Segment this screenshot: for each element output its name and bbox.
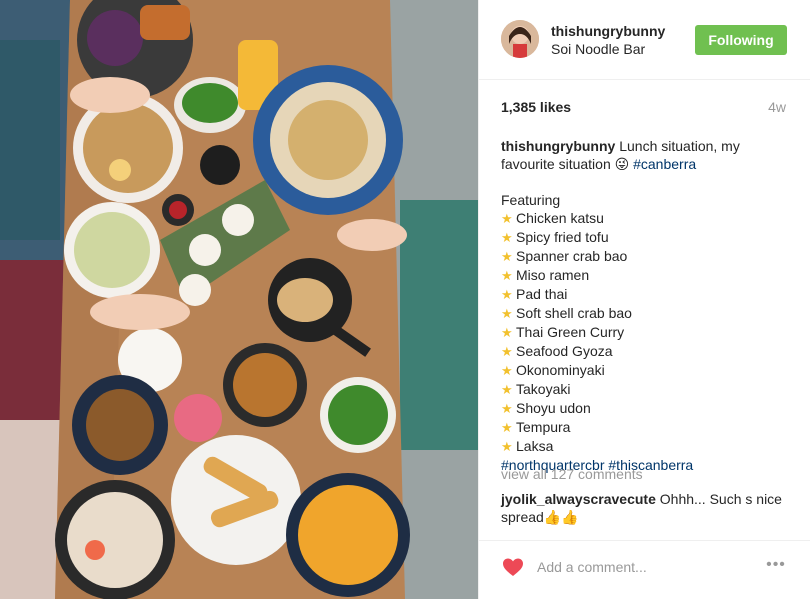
- star-icon: ★: [501, 249, 513, 264]
- dish-item: ★ Seafood Gyoza: [501, 342, 791, 361]
- heart-icon[interactable]: [501, 555, 525, 579]
- star-icon: ★: [501, 268, 513, 283]
- comment: jyolik_alwayscravecute Ohhh... Such s ni…: [501, 490, 801, 526]
- post-header: thishungrybunny Soi Noodle Bar Following: [479, 0, 810, 80]
- following-button[interactable]: Following: [695, 25, 787, 55]
- dish-label: Shoyu udon: [516, 400, 591, 416]
- dish-label: Tempura: [516, 419, 571, 435]
- post-username[interactable]: thishungrybunny: [551, 23, 665, 39]
- dish-item: ★ Takoyaki: [501, 380, 791, 399]
- more-options-icon[interactable]: •••: [761, 555, 791, 575]
- dish-label: Okonominyaki: [516, 362, 605, 378]
- dish-label: Spicy fried tofu: [516, 229, 609, 245]
- dish-list: ★ Chicken katsu ★ Spicy fried tofu ★ Spanner …: [501, 209, 791, 456]
- comment-username[interactable]: jyolik_alwayscravecute: [501, 491, 656, 507]
- star-icon: ★: [501, 401, 513, 416]
- dish-item: ★ Soft shell crab bao: [501, 304, 791, 323]
- dish-item: ★ Chicken katsu: [501, 209, 791, 228]
- star-icon: ★: [501, 382, 513, 397]
- caption-hashtag[interactable]: #canberra: [633, 156, 696, 172]
- star-icon: ★: [501, 420, 513, 435]
- dish-label: Soft shell crab bao: [516, 305, 632, 321]
- star-icon: ★: [501, 287, 513, 302]
- star-icon: ★: [501, 306, 513, 321]
- star-icon: ★: [501, 325, 513, 340]
- dish-item: ★ Spanner crab bao: [501, 247, 791, 266]
- star-icon: ★: [501, 363, 513, 378]
- dish-item: ★ Okonominyaki: [501, 361, 791, 380]
- dish-label: Miso ramen: [516, 267, 590, 283]
- post-footer: •••: [479, 540, 810, 599]
- dish-label: Spanner crab bao: [516, 248, 628, 264]
- add-comment-input[interactable]: [537, 555, 747, 579]
- caption-username[interactable]: thishungrybunny: [501, 138, 615, 154]
- caption-intro: thishungrybunny Lunch situation, my favo…: [501, 137, 791, 173]
- dish-label: Thai Green Curry: [516, 324, 625, 340]
- post-photo[interactable]: [0, 0, 478, 599]
- avatar[interactable]: [501, 20, 539, 58]
- dish-label: Seafood Gyoza: [516, 343, 613, 359]
- dish-item: ★ Tempura: [501, 418, 791, 437]
- post-side-panel: thishungrybunny Soi Noodle Bar Following…: [478, 0, 810, 599]
- dish-item: ★ Shoyu udon: [501, 399, 791, 418]
- food-table-illustration: [0, 0, 478, 599]
- dish-item: ★ Thai Green Curry: [501, 323, 791, 342]
- post-location[interactable]: Soi Noodle Bar: [551, 41, 645, 57]
- star-icon: ★: [501, 439, 513, 454]
- dish-item: ★ Laksa: [501, 437, 791, 456]
- post-caption: thishungrybunny Lunch situation, my favo…: [501, 137, 791, 474]
- dish-label: Chicken katsu: [516, 210, 604, 226]
- star-icon: ★: [501, 344, 513, 359]
- dish-item: ★ Miso ramen: [501, 266, 791, 285]
- dish-label: Takoyaki: [516, 381, 571, 397]
- dish-label: Pad thai: [516, 286, 568, 302]
- star-icon: ★: [501, 230, 513, 245]
- dish-item: ★ Pad thai: [501, 285, 791, 304]
- post-age[interactable]: 4w: [768, 99, 786, 115]
- view-all-comments-link[interactable]: view all 127 comments: [501, 466, 643, 482]
- featuring-label: Featuring: [501, 192, 561, 208]
- star-icon: ★: [501, 211, 513, 226]
- dish-label: Laksa: [516, 438, 554, 454]
- likes-count[interactable]: 1,385 likes: [501, 99, 571, 115]
- dish-item: ★ Spicy fried tofu: [501, 228, 791, 247]
